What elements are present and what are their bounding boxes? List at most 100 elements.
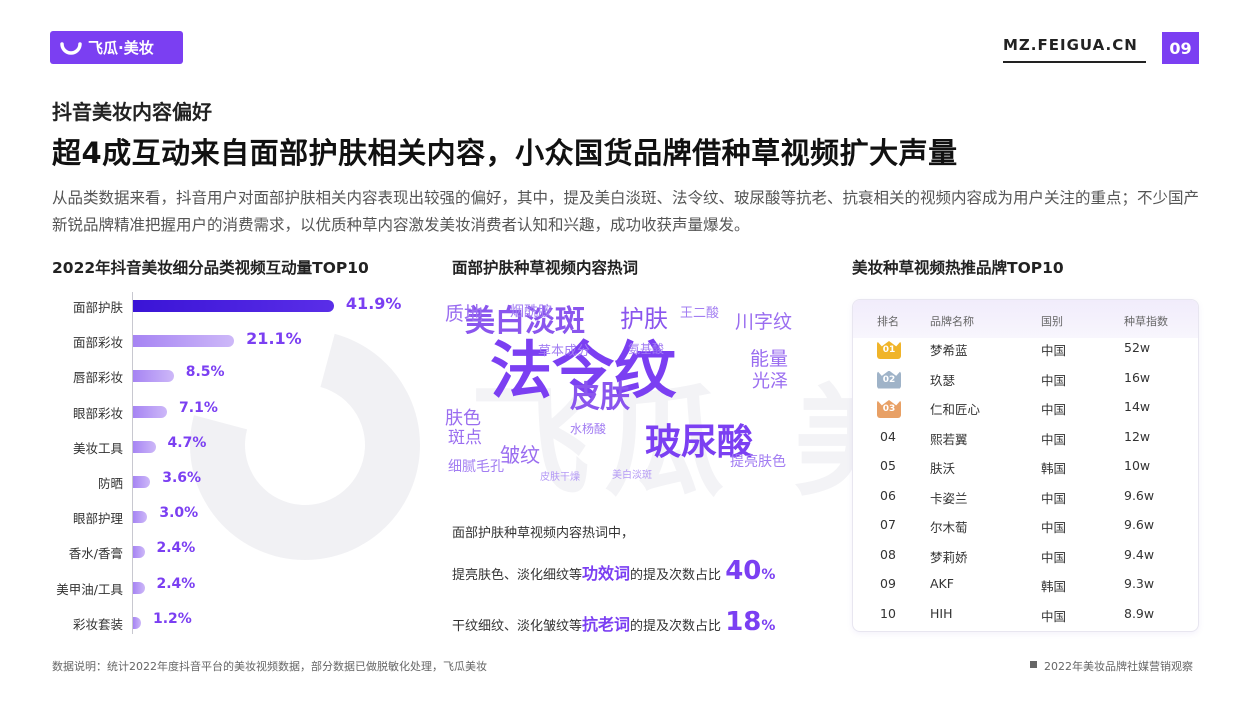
index-cell: 52w [1124, 340, 1151, 355]
insight-prefix: 提亮肤色、淡化细纹等 [452, 568, 583, 583]
insight-line-antiaging: 干纹细纹、淡化皱纹等抗老词的提及次数占比 18% [452, 607, 775, 637]
bar [133, 546, 145, 559]
bar-value-label: 41.9% [345, 294, 402, 313]
bar-chart-title: 2022年抖音美妆细分品类视频互动量TOP10 [52, 259, 369, 277]
cloud-word: 光泽 [752, 371, 788, 392]
rank-cell: 10 [880, 605, 896, 621]
cloud-word: 草本成分 [538, 344, 591, 359]
cloud-word: 美白淡斑 [612, 470, 652, 481]
site-url-underline [1003, 61, 1146, 63]
bar-value-label: 3.6% [162, 470, 202, 486]
index-cell: 9.4w [1124, 546, 1155, 562]
index-cell: 12w [1124, 428, 1151, 444]
cloud-word: 肤色 [445, 408, 481, 429]
melon-icon [60, 41, 82, 55]
bar-value-label: 7.1% [179, 399, 218, 416]
cloud-word: 能量 [750, 348, 789, 370]
brand-logo[interactable]: 飞瓜·美妆 [50, 31, 183, 64]
bar-value-label: 2.4% [156, 575, 196, 592]
bar-category-label: 唇部彩妆 [72, 370, 123, 386]
insight-keyword: 抗老词 [582, 615, 631, 634]
rank-cell: 07 [880, 517, 896, 532]
insight-intro: 面部护肤种草视频内容热词中， [452, 526, 635, 541]
insight-middle: 的提及次数占比 [630, 568, 722, 583]
country-cell: 韩国 [1041, 461, 1067, 476]
bar-value-label: 4.7% [167, 434, 207, 451]
bar [133, 511, 148, 524]
brand-cell: AKF [930, 576, 954, 591]
bar-category-label: 彩妆套装 [72, 616, 123, 632]
insight-unit: % [761, 618, 776, 634]
report-name: 2022年美妆品牌社媒营销观察 [1044, 660, 1193, 673]
page-title: 超4成互动来自面部护肤相关内容，小众国货品牌借种草视频扩大声量 [52, 136, 958, 170]
bar [133, 405, 168, 418]
section-kicker: 抖音美妆内容偏好 [52, 100, 212, 124]
page-description: 从品类数据来看，抖音用户对面部护肤相关内容表现出较强的偏好，其中，提及美白淡斑、… [52, 189, 1200, 234]
country-cell: 中国 [1041, 520, 1067, 535]
bar-category-label: 面部彩妆 [72, 335, 123, 351]
bar-category-label: 眼部彩妆 [72, 405, 123, 421]
table-header-cell: 国别 [1041, 315, 1063, 328]
insight-unit: % [761, 567, 776, 583]
cloud-word: 皮肤 [570, 380, 630, 415]
insight-prefix: 干纹细纹、淡化皱纹等 [452, 619, 583, 634]
brand-cell: 仁和匠心 [930, 402, 981, 417]
index-cell: 9.6w [1124, 487, 1155, 503]
bar-value-label: 21.1% [246, 329, 302, 349]
insight-keyword: 功效词 [582, 564, 631, 583]
cloud-word: 斑点 [448, 428, 482, 448]
brand-cell: HIH [930, 605, 953, 621]
cloud-word: 细腻毛孔 [448, 459, 504, 475]
footer-square-icon [1030, 661, 1037, 668]
bar [133, 300, 334, 312]
rank-medal-icon: 02 [877, 370, 901, 389]
country-cell: 中国 [1041, 490, 1067, 506]
bar [133, 370, 174, 383]
index-cell: 9.6w [1124, 517, 1155, 532]
brand-cell: 肤沃 [930, 461, 956, 476]
brand-cell: 尔木萄 [930, 520, 968, 535]
bar-category-label: 面部护肤 [72, 300, 123, 315]
country-cell: 中国 [1041, 343, 1067, 358]
bar-category-label: 眼部护理 [72, 511, 123, 527]
bar-category-label: 美甲油/工具 [56, 581, 123, 597]
index-cell: 16w [1124, 369, 1151, 385]
bar [133, 581, 145, 594]
cloud-word: 氨基酸 [628, 342, 665, 356]
data-footnote: 数据说明：统计2022年度抖音平台的美妆视频数据，部分数据已做脱敏化处理，飞瓜美… [52, 660, 487, 673]
site-url[interactable]: MZ.FEIGUA.CN [1003, 36, 1138, 54]
brand-cell: 梦莉娇 [930, 549, 968, 565]
bar-category-label: 香水/香膏 [68, 546, 123, 562]
table-header-cell: 品牌名称 [930, 315, 974, 328]
brand-ranking-table: 排名 品牌名称 国别 种草指数 01 梦希蓝 中国 52w 02 玖瑟 中国 16w 03 仁和匠心 中国 1… [852, 299, 1199, 632]
country-cell: 中国 [1041, 431, 1067, 447]
bar-category-label: 防晒 [97, 476, 123, 491]
country-cell: 中国 [1041, 372, 1067, 388]
cloud-word: 水杨酸 [570, 422, 607, 436]
rank-cell: 09 [880, 576, 896, 591]
bar-value-label: 3.0% [159, 505, 199, 522]
brand-cell: 玖瑟 [930, 372, 956, 388]
bar-category-label: 美妆工具 [72, 440, 123, 456]
rank-medal-icon: 01 [877, 341, 901, 359]
bar-value-label: 8.5% [185, 364, 225, 381]
country-cell: 中国 [1041, 608, 1067, 624]
insight-line-efficacy: 提亮肤色、淡化细纹等功效词的提及次数占比 40% [452, 556, 775, 586]
brand-cell: 卡姿兰 [930, 490, 968, 506]
bar [133, 616, 141, 629]
rank-medal-icon: 03 [877, 400, 901, 418]
category-bar-chart: 面部护肤 41.9% 面部彩妆 21.1% 唇部彩妆 8.5% 眼部彩妆 7.1% 美妆工具 4.… [50, 290, 420, 635]
rank-cell: 04 [880, 428, 896, 444]
cloud-word: 质地 [445, 303, 484, 325]
insight-value: 18 [725, 607, 762, 637]
bar-value-label: 2.4% [156, 540, 196, 557]
cloud-word: 护肤 [620, 305, 668, 333]
table-header-cell: 种草指数 [1124, 315, 1168, 328]
cloud-word: 提亮肤色 [730, 454, 786, 470]
logo-text: 飞瓜·美妆 [88, 39, 154, 57]
country-cell: 中国 [1041, 549, 1067, 565]
brand-table-title: 美妆种草视频热推品牌TOP10 [852, 259, 1064, 277]
index-cell: 14w [1124, 399, 1151, 414]
cloud-word: 烟酰胺 [510, 304, 552, 320]
rank-cell: 05 [880, 458, 896, 473]
